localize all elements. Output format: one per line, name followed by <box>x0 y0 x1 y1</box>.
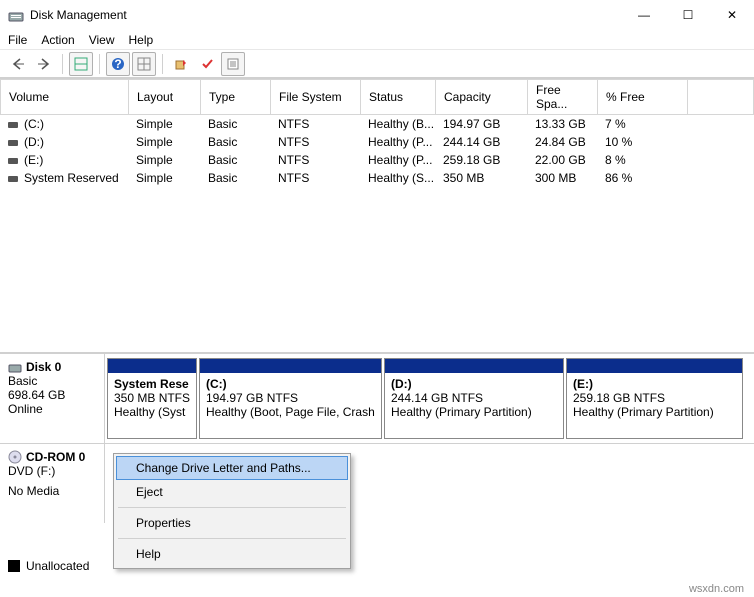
table-row[interactable]: System ReservedSimpleBasicNTFSHealthy (S… <box>0 169 754 187</box>
col-layout[interactable]: Layout <box>129 80 201 115</box>
titlebar: Disk Management — ☐ ✕ <box>0 0 754 30</box>
toolbar: ? <box>0 50 754 78</box>
cdrom-icon <box>8 450 22 464</box>
layout-button[interactable] <box>132 52 156 76</box>
disk-icon <box>8 360 22 374</box>
volume-icon <box>8 140 18 146</box>
table-row[interactable]: (C:)SimpleBasicNTFSHealthy (B...194.97 G… <box>0 115 754 133</box>
action-wizard-button[interactable] <box>169 52 193 76</box>
volume-icon <box>8 158 18 164</box>
menubar: File Action View Help <box>0 30 754 50</box>
close-button[interactable]: ✕ <box>710 0 754 30</box>
cdrom-name: CD-ROM 0 <box>26 450 85 464</box>
col-type[interactable]: Type <box>201 80 271 115</box>
menu-help[interactable]: Help <box>116 542 348 566</box>
back-button[interactable] <box>6 52 30 76</box>
cdrom-line2: DVD (F:) <box>8 464 96 478</box>
volume-list-header[interactable]: Volume Layout Type File System Status Ca… <box>1 80 754 115</box>
disk-type: Basic <box>8 374 96 388</box>
disk-status: Online <box>8 402 96 416</box>
menu-view[interactable]: View <box>89 33 115 47</box>
properties-button[interactable] <box>221 52 245 76</box>
view-panes-button[interactable] <box>69 52 93 76</box>
table-row[interactable]: (D:)SimpleBasicNTFSHealthy (P...244.14 G… <box>0 133 754 151</box>
svg-text:?: ? <box>114 57 121 71</box>
disk-name: Disk 0 <box>26 360 61 374</box>
app-icon <box>8 7 24 23</box>
table-row[interactable]: (E:)SimpleBasicNTFSHealthy (P...259.18 G… <box>0 151 754 169</box>
menu-file[interactable]: File <box>8 33 27 47</box>
col-pct[interactable]: % Free <box>598 80 688 115</box>
check-button[interactable] <box>195 52 219 76</box>
menu-help[interactable]: Help <box>129 33 154 47</box>
window-title: Disk Management <box>30 8 622 22</box>
col-filesystem[interactable]: File System <box>271 80 361 115</box>
forward-button[interactable] <box>32 52 56 76</box>
disk-size: 698.64 GB <box>8 388 96 402</box>
col-capacity[interactable]: Capacity <box>436 80 528 115</box>
cdrom-line3: No Media <box>8 484 96 498</box>
partition-block[interactable]: (E:)259.18 GB NTFSHealthy (Primary Parti… <box>566 358 743 439</box>
help-button[interactable]: ? <box>106 52 130 76</box>
partition-block[interactable]: (D:)244.14 GB NTFSHealthy (Primary Parti… <box>384 358 564 439</box>
legend-label-unallocated: Unallocated <box>26 559 89 573</box>
partition-block[interactable]: System Rese350 MB NTFSHealthy (Syst <box>107 358 197 439</box>
volume-icon <box>8 122 18 128</box>
legend-swatch-unallocated <box>8 560 20 572</box>
menu-eject[interactable]: Eject <box>116 480 348 504</box>
maximize-button[interactable]: ☐ <box>666 0 710 30</box>
menu-change-drive-letter[interactable]: Change Drive Letter and Paths... <box>116 456 348 480</box>
context-menu: Change Drive Letter and Paths... Eject P… <box>113 453 351 569</box>
footer-text: wsxdn.com <box>689 583 744 595</box>
minimize-button[interactable]: — <box>622 0 666 30</box>
col-volume[interactable]: Volume <box>1 80 129 115</box>
menu-action[interactable]: Action <box>41 33 74 47</box>
volume-icon <box>8 176 18 182</box>
col-status[interactable]: Status <box>361 80 436 115</box>
legend: Unallocated <box>8 559 89 573</box>
disk-row-disk0[interactable]: Disk 0 Basic 698.64 GB Online System Res… <box>0 353 754 443</box>
col-free[interactable]: Free Spa... <box>528 80 598 115</box>
menu-properties[interactable]: Properties <box>116 511 348 535</box>
partition-block[interactable]: (C:)194.97 GB NTFSHealthy (Boot, Page Fi… <box>199 358 382 439</box>
volume-list: Volume Layout Type File System Status Ca… <box>0 78 754 353</box>
